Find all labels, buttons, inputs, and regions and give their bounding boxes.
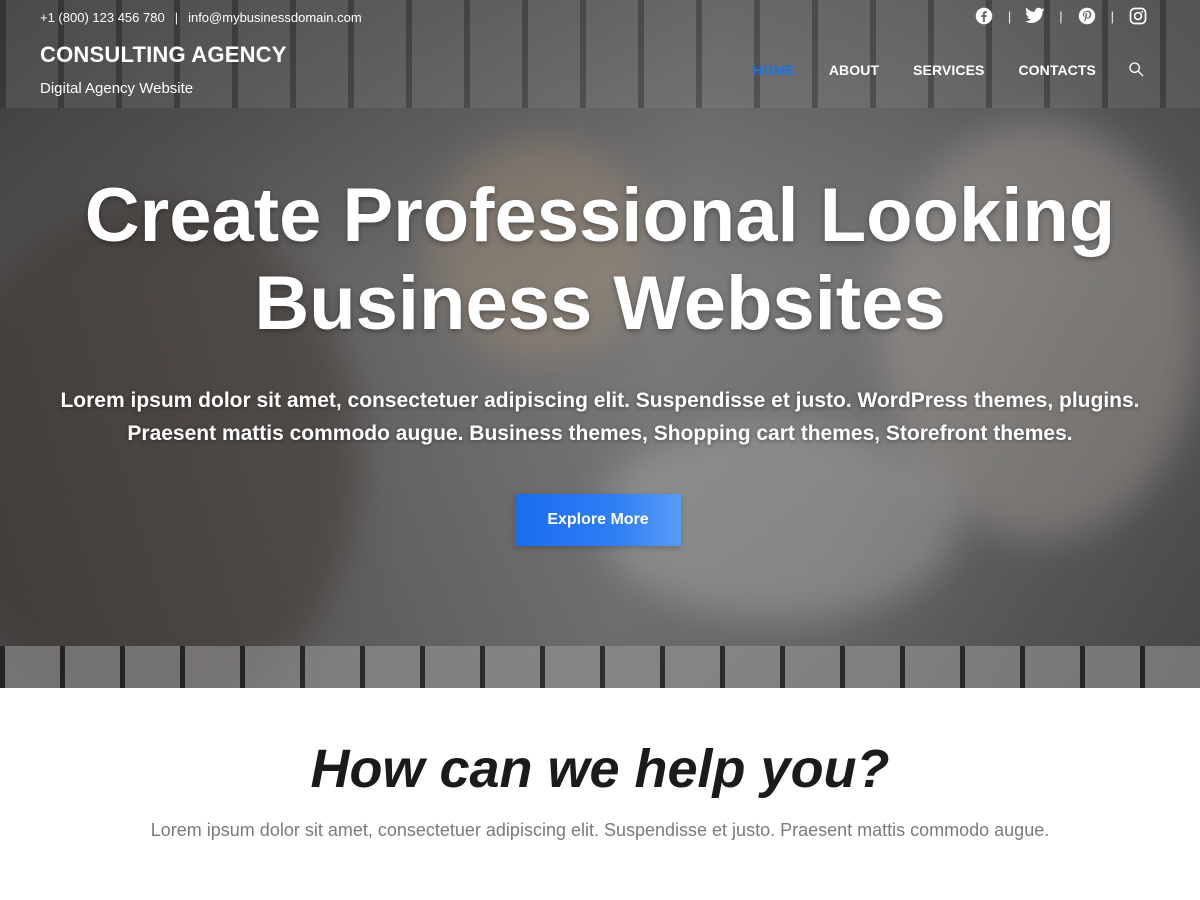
help-section-title: How can we help you? [310, 739, 890, 799]
email-link[interactable]: info@mybusinessdomain.com [188, 10, 362, 25]
social-divider: | [1059, 8, 1063, 24]
hero-subtitle-line: Praesent mattis commodo augue. Business … [127, 422, 1073, 445]
pinterest-icon[interactable] [1077, 6, 1097, 26]
hero-subtitle-line: Lorem ipsum dolor sit amet, consectetuer… [60, 389, 1140, 412]
twitter-icon[interactable] [1025, 6, 1045, 26]
nav-item-services[interactable]: SERVICES [913, 62, 984, 78]
facebook-icon[interactable] [974, 6, 994, 26]
explore-more-button[interactable]: Explore More [515, 494, 681, 546]
nav-item-contacts[interactable]: CONTACTS [1018, 62, 1096, 78]
phone-link[interactable]: +1 (800) 123 456 780 [40, 10, 165, 25]
hero-title-line: Create Professional Looking [84, 173, 1116, 258]
site-title[interactable]: CONSULTING AGENCY [40, 42, 287, 68]
nav-item-home[interactable]: HOME [752, 62, 794, 78]
help-section-text: Lorem ipsum dolor sit amet, consectetuer… [150, 820, 1050, 840]
social-divider: | [1007, 8, 1012, 24]
contact-bar: +1 (800) 123 456 780 | info@mybusinessdo… [40, 8, 362, 26]
nav-item-about[interactable]: ABOUT [829, 62, 879, 78]
social-links: | | | [974, 6, 1148, 26]
search-icon[interactable] [1128, 61, 1146, 79]
main-nav: HOME ABOUT SERVICES CONTACTS [752, 62, 1096, 78]
hero-subtitle: Lorem ipsum dolor sit amet, consectetuer… [50, 384, 1150, 450]
hero-title-line: Business Websites [254, 261, 946, 346]
site-tagline: Digital Agency Website [40, 80, 194, 97]
hero-title: Create Professional Looking Business Web… [60, 172, 1140, 348]
social-divider: | [1110, 8, 1114, 24]
contact-separator: | [174, 9, 179, 25]
instagram-icon[interactable] [1128, 6, 1148, 26]
